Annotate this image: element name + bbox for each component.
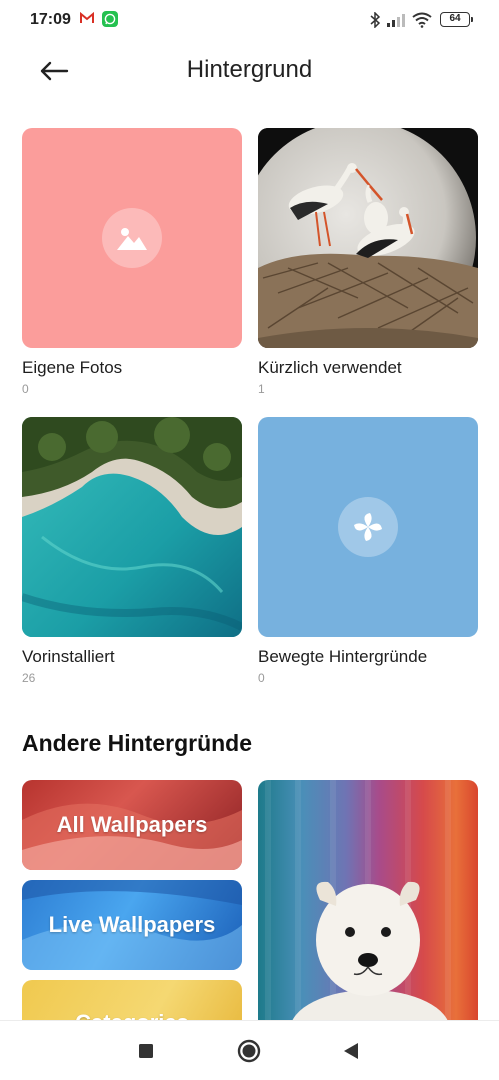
live-wallpapers-count: 0 — [258, 671, 265, 685]
live-wallpapers-banner-label: Live Wallpapers — [48, 912, 216, 937]
live-wallpapers-label: Bewegte Hintergründe — [258, 647, 428, 666]
signal-icon — [387, 14, 405, 27]
bluetooth-icon — [370, 12, 381, 28]
live-wallpapers-button[interactable]: Live Wallpapers — [22, 880, 242, 970]
preinstalled-tile[interactable] — [22, 417, 242, 637]
gmail-icon — [80, 12, 94, 23]
battery-level: 64 — [449, 13, 461, 24]
pinwheel-icon — [338, 497, 398, 557]
back-triangle-icon — [344, 1043, 358, 1059]
own-photos-label: Eigene Fotos — [22, 358, 123, 377]
navigation-bar — [0, 1020, 499, 1080]
own-photos-tile[interactable] — [22, 128, 242, 348]
aerial-coast-image — [22, 417, 242, 637]
whatsapp-icon — [102, 11, 118, 27]
image-icon — [102, 208, 162, 268]
preinstalled-label: Vorinstalliert — [22, 647, 115, 666]
all-wallpapers-label: All Wallpapers — [56, 812, 208, 837]
home-button[interactable] — [219, 1021, 279, 1080]
wifi-icon — [412, 12, 432, 28]
page-title: Hintergrund — [186, 56, 313, 83]
live-wallpapers-tile[interactable] — [258, 417, 478, 637]
recently-used-count: 1 — [258, 382, 265, 396]
recents-button[interactable] — [116, 1021, 176, 1080]
storks-image — [258, 128, 478, 348]
status-time: 17:09 — [30, 11, 71, 28]
featured-wallpaper-tile[interactable] — [258, 780, 478, 1040]
recents-square-icon — [139, 1044, 153, 1058]
battery-icon: 64 — [440, 12, 473, 27]
section-title-other: Andere Hintergründe — [22, 730, 253, 756]
nav-back-button[interactable] — [321, 1021, 381, 1080]
puppy-image — [265, 780, 451, 1040]
own-photos-count: 0 — [22, 382, 29, 396]
home-circle-icon — [237, 1039, 261, 1063]
all-wallpapers-button[interactable]: All Wallpapers — [22, 780, 242, 870]
recently-used-label: Kürzlich verwendet — [258, 358, 402, 377]
recently-used-tile[interactable] — [258, 128, 478, 348]
preinstalled-count: 26 — [22, 671, 36, 685]
status-bar: 17:09 64 — [0, 0, 499, 40]
